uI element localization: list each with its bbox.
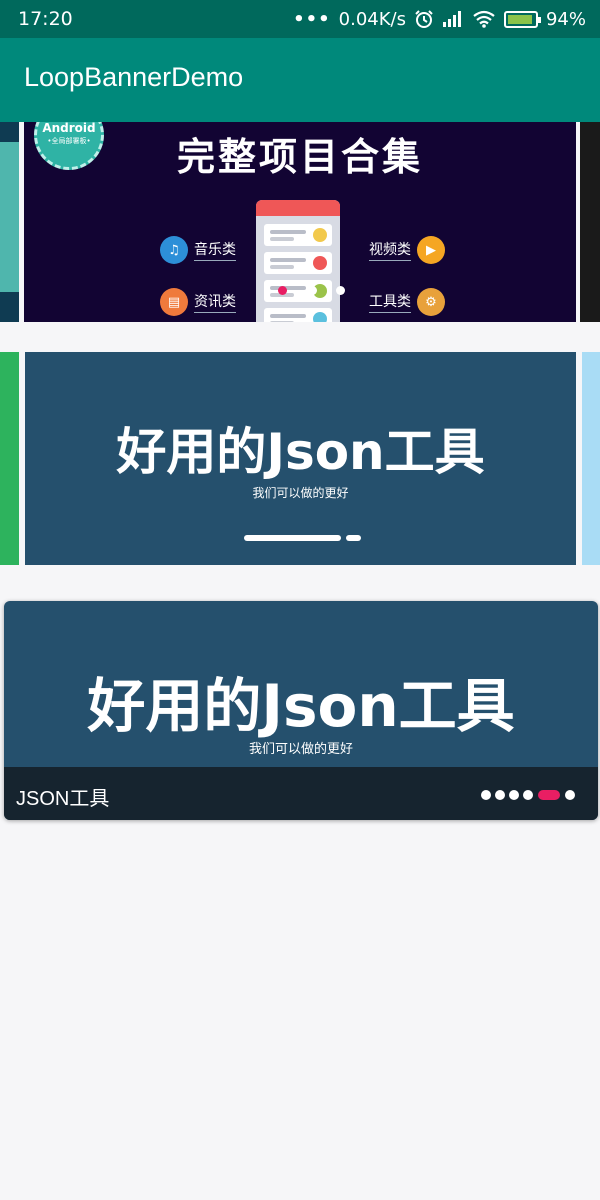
app-title: LoopBannerDemo xyxy=(24,62,244,92)
banner-1-title: 完整项目合集 xyxy=(176,135,423,179)
banner-2-carousel[interactable]: 好用的Json工具 我们可以做的更好 xyxy=(0,352,600,565)
battery-percent: 94% xyxy=(545,8,586,30)
status-icons: ••• 0.04K/s 94% xyxy=(293,6,586,32)
banner-2-title: 好用的Json工具 xyxy=(116,423,485,481)
banner-1-indicator xyxy=(270,286,350,296)
status-bar: 17:20 ••• 0.04K/s 94% xyxy=(0,0,600,38)
news-icon: ▤ xyxy=(160,288,188,316)
banner-3-subtitle: 我们可以做的更好 xyxy=(248,742,353,757)
indicator-dot xyxy=(523,790,533,800)
banner-3-title: 好用的Json工具 xyxy=(87,672,515,740)
banner-2-prev-peek[interactable] xyxy=(0,352,19,565)
signal-icon xyxy=(442,11,461,27)
banner-3-card[interactable]: 好用的Json工具 我们可以做的更好 JSON工具 xyxy=(4,601,598,820)
category-music: ♫ 音乐类 xyxy=(160,236,236,264)
app-bar: LoopBannerDemo xyxy=(0,38,600,122)
video-icon: ▶ xyxy=(417,236,445,264)
indicator-dot xyxy=(481,790,491,800)
category-news: ▤ 资讯类 xyxy=(160,288,236,316)
banner-2-indicator-active xyxy=(244,535,341,541)
indicator-dot xyxy=(278,286,287,295)
banner-2-indicator-dot xyxy=(346,535,361,541)
banner-1-next-peek[interactable] xyxy=(580,122,600,322)
alarm-icon xyxy=(415,10,433,28)
phone-illustration xyxy=(256,200,340,322)
indicator-dot xyxy=(509,790,519,800)
music-icon: ♫ xyxy=(160,236,188,264)
wifi-icon xyxy=(473,10,495,28)
banner-3-caption-bar: JSON工具 xyxy=(4,767,598,820)
category-tools: 工具类 ⚙ xyxy=(369,288,445,316)
category-video: 视频类 ▶ xyxy=(369,236,445,264)
banner-2-next-peek[interactable] xyxy=(582,352,600,565)
banner-2-subtitle: 我们可以做的更好 xyxy=(252,486,349,500)
indicator-dot xyxy=(308,286,317,295)
banner-2-slide[interactable]: 好用的Json工具 我们可以做的更好 xyxy=(25,352,576,565)
indicator-dot xyxy=(565,790,575,800)
indicator-dot-active xyxy=(538,790,560,800)
battery-charging-icon xyxy=(503,10,541,28)
status-time: 17:20 xyxy=(18,8,73,30)
banner-3-caption: JSON工具 xyxy=(16,788,110,810)
tools-icon: ⚙ xyxy=(417,288,445,316)
net-speed: 0.04K/s xyxy=(338,8,406,30)
indicator-dot xyxy=(495,790,505,800)
more-dots-icon: ••• xyxy=(293,8,331,30)
banner-1-prev-peek[interactable] xyxy=(0,122,19,322)
indicator-dot xyxy=(336,286,345,295)
